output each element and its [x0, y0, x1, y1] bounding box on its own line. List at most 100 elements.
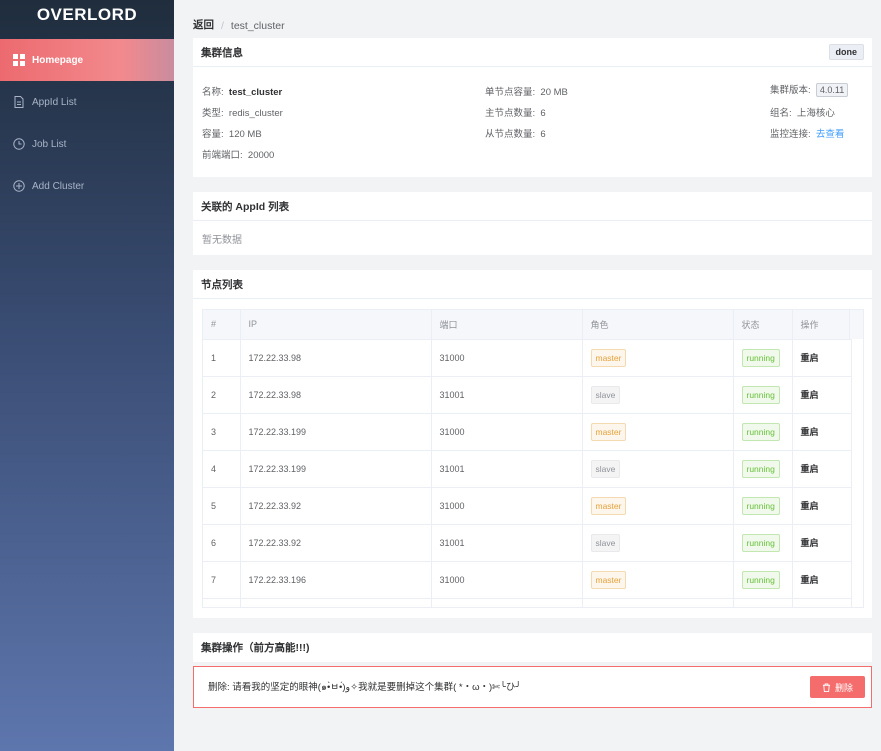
version-tag: 4.0.11: [815, 83, 849, 97]
table-header-row: # IP 端口 角色 状态 操作: [203, 310, 852, 340]
cell-index: 5: [203, 487, 241, 525]
cluster-info-title: 集群信息: [201, 46, 243, 59]
type-value: redis_cluster: [228, 108, 283, 119]
cell-port: 31001: [431, 524, 583, 562]
status-badge: running: [741, 422, 780, 441]
cell-port: 31000: [431, 339, 583, 377]
table-row: 6 172.22.33.92 31001 slave running 重启: [203, 524, 852, 562]
breadcrumb-current: test_cluster: [230, 20, 285, 32]
clock-icon: [13, 138, 25, 150]
status-badge: running: [742, 608, 780, 609]
role-badge: slave: [590, 533, 621, 552]
restart-button[interactable]: 重启: [801, 390, 819, 400]
cell-port: 31001: [431, 450, 583, 488]
node-list-title: 节点列表: [201, 278, 243, 291]
cell-status: running: [733, 487, 793, 525]
cell-action: 重启: [792, 339, 852, 377]
cell-index: 3: [203, 413, 241, 451]
info-node-capacity: 单节点容量: 20 MB: [485, 84, 568, 98]
sidebar-item-add-cluster[interactable]: Add Cluster: [0, 165, 174, 207]
column-header-status: 状态: [733, 310, 793, 340]
sidebar-item-label: Homepage: [32, 54, 84, 66]
info-group: 组名: 上海核心: [770, 105, 835, 119]
status-badge: running: [741, 496, 780, 515]
column-header-role: 角色: [582, 310, 734, 340]
cell-index: [203, 598, 241, 607]
info-capacity: 容量: 120 MB: [202, 126, 262, 140]
cell-action: 重启: [792, 450, 852, 488]
column-header-action: 操作: [792, 310, 852, 340]
cell-role: slave: [582, 376, 734, 414]
delete-cluster-button[interactable]: 删除: [810, 676, 865, 698]
cell-ip: 172.22.33.92: [240, 487, 432, 525]
role-badge: master: [590, 348, 627, 367]
node-capacity-label: 单节点容量:: [485, 87, 536, 98]
cell-index: 1: [203, 339, 241, 377]
cell-status: running: [733, 524, 793, 562]
breadcrumb-separator: /: [221, 20, 224, 32]
info-name: 名称: test_cluster: [202, 84, 282, 98]
restart-button[interactable]: 重启: [801, 427, 819, 437]
plus-circle-icon: [13, 180, 25, 192]
cell-role: slave: [582, 450, 734, 488]
table-row: 7 172.22.33.196 31000 master running 重启: [203, 561, 852, 599]
monitor-label: 监控连接:: [770, 129, 811, 140]
table-row: 4 172.22.33.199 31001 slave running 重启: [203, 450, 852, 488]
sidebar-item-homepage[interactable]: Homepage: [0, 39, 174, 81]
cell-index: 4: [203, 450, 241, 488]
cell-role: master: [582, 413, 734, 451]
app-logo: OVERLORD: [36, 5, 138, 24]
cell-status: running: [733, 413, 793, 451]
master-count-label: 主节点数量:: [485, 108, 536, 119]
restart-button[interactable]: 重启: [801, 538, 819, 548]
node-table[interactable]: # IP 端口 角色 状态 操作 1 172.22.33.98 31000 maste…: [202, 309, 864, 608]
restart-button[interactable]: 重启: [801, 575, 819, 585]
cell-index: 6: [203, 524, 241, 562]
cell-status: running: [733, 598, 793, 609]
column-header-ip: IP: [240, 310, 432, 340]
info-version: 集群版本: 4.0.11: [770, 82, 849, 97]
cell-role: master: [582, 487, 734, 525]
table-row: 2 172.22.33.98 31001 slave running 重启: [203, 376, 852, 414]
sidebar: OVERLORD Homepage AppId List Job List Ad…: [0, 0, 174, 751]
cell-ip: 172.22.33.92: [240, 524, 432, 562]
version-label: 集群版本:: [770, 85, 811, 96]
monitor-link[interactable]: 去查看: [816, 129, 845, 140]
cell-port: 31000: [431, 413, 583, 451]
empty-text: 暂无数据: [202, 235, 242, 246]
restart-button[interactable]: 重启: [801, 501, 819, 511]
group-value: 上海核心: [796, 108, 835, 119]
frontend-port-label: 前端端口:: [202, 150, 243, 161]
sidebar-item-appid-list[interactable]: AppId List: [0, 81, 174, 123]
slave-count-value: 6: [540, 129, 546, 140]
role-badge: master: [590, 496, 627, 515]
cell-action: 重启: [792, 524, 852, 562]
cell-ip: 172.22.33.98: [240, 339, 432, 377]
role-badge: master: [590, 422, 627, 441]
cell-status: running: [733, 561, 793, 599]
sidebar-item-job-list[interactable]: Job List: [0, 123, 174, 165]
sidebar-item-label: Job List: [32, 138, 67, 150]
restart-button[interactable]: 重启: [801, 464, 819, 474]
sidebar-item-label: Add Cluster: [32, 180, 85, 192]
node-list-card: 节点列表 # IP 端口 角色 状态 操作 1 172.22.33.98 310…: [193, 270, 872, 618]
cell-action: 重启: [792, 487, 852, 525]
cell-action: 重启: [792, 376, 852, 414]
group-label: 组名:: [770, 108, 792, 119]
restart-button[interactable]: 重启: [801, 353, 819, 363]
cell-role: slave: [582, 524, 734, 562]
breadcrumb-back-link[interactable]: 返回: [193, 17, 214, 32]
node-capacity-value: 20 MB: [540, 87, 568, 98]
cell-port: 31000: [431, 487, 583, 525]
status-done-button[interactable]: done: [828, 44, 864, 60]
table-row: 1 172.22.33.98 31000 master running 重启: [203, 339, 852, 377]
cell-index: 2: [203, 376, 241, 414]
info-master-count: 主节点数量: 6: [485, 105, 546, 119]
info-slave-count: 从节点数量: 6: [485, 126, 546, 140]
table-scroll-gutter: [849, 310, 863, 339]
cell-status: running: [733, 450, 793, 488]
cell-index: 7: [203, 561, 241, 599]
cell-role: slave: [582, 598, 734, 607]
danger-zone: 删除: 请看我的坚定的眼神(๑•̀ㅂ•́)و✧我就是要删掉这个集群( *・ω・)…: [193, 666, 872, 708]
info-type: 类型: redis_cluster: [202, 105, 283, 119]
